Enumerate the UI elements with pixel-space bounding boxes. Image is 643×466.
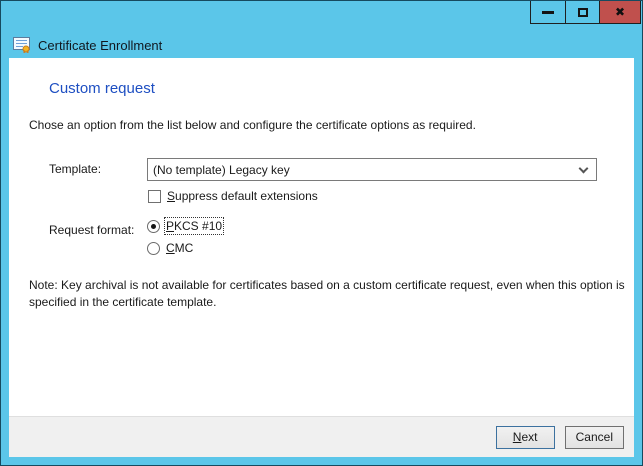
- next-button[interactable]: Next: [496, 426, 555, 449]
- cmc-radio-label[interactable]: CMC: [166, 241, 193, 255]
- page-title: Custom request: [49, 80, 155, 97]
- suppress-extensions-checkbox[interactable]: [148, 190, 161, 203]
- close-button[interactable]: ✖: [599, 1, 640, 23]
- cmc-radio-row: CMC: [147, 241, 193, 255]
- template-dropdown-value: (No template) Legacy key: [153, 163, 290, 177]
- note-text: Note: Key archival is not available for …: [29, 277, 625, 311]
- minimize-button[interactable]: [531, 1, 565, 23]
- window-title: Certificate Enrollment: [38, 38, 162, 53]
- minimize-icon: [542, 11, 554, 14]
- maximize-icon: [578, 8, 588, 17]
- suppress-extensions-row: Suppress default extensions: [148, 189, 318, 203]
- template-label: Template:: [49, 162, 101, 176]
- titlebar: ✖ Certificate Enrollment: [1, 1, 642, 58]
- footer-bar: Next Cancel: [9, 416, 634, 457]
- instruction-text: Chose an option from the list below and …: [29, 118, 476, 132]
- pkcs10-radio-label[interactable]: PKCS #10: [166, 219, 222, 233]
- request-format-label: Request format:: [49, 223, 134, 237]
- pkcs10-radio[interactable]: [147, 220, 160, 233]
- certificate-icon: [13, 37, 31, 53]
- cancel-button[interactable]: Cancel: [565, 426, 624, 449]
- maximize-button[interactable]: [565, 1, 599, 23]
- dialog-body: Custom request Chose an option from the …: [9, 58, 634, 457]
- certificate-enrollment-window: ✖ Certificate Enrollment Custom request …: [0, 0, 643, 466]
- chevron-down-icon: [579, 164, 589, 174]
- cmc-radio[interactable]: [147, 242, 160, 255]
- title-row: Certificate Enrollment: [13, 37, 162, 53]
- pkcs10-radio-row: PKCS #10: [147, 219, 222, 233]
- window-controls: ✖: [530, 0, 641, 24]
- suppress-extensions-label[interactable]: Suppress default extensions: [167, 189, 318, 203]
- close-icon: ✖: [615, 6, 625, 18]
- template-dropdown[interactable]: (No template) Legacy key: [147, 158, 597, 181]
